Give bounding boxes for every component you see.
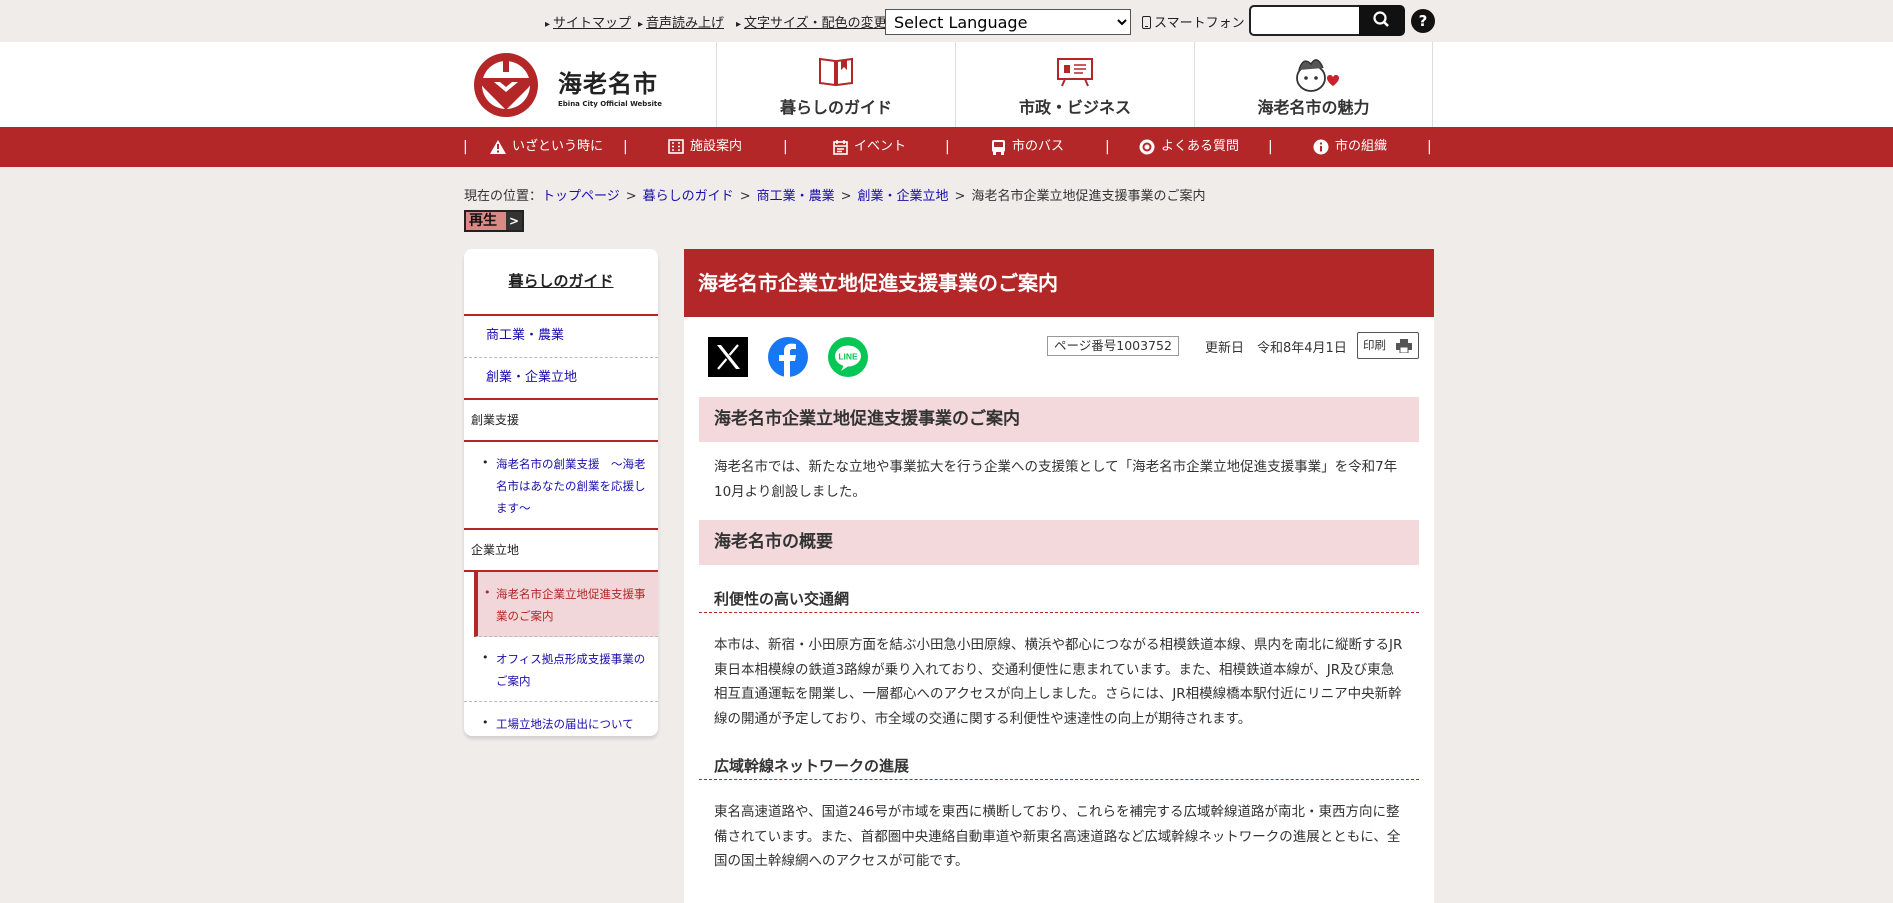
sidebar-link-current[interactable]: 海老名市企業立地促進支援事業のご案内 bbox=[474, 572, 658, 637]
section-heading: 海老名市の概要 bbox=[699, 520, 1419, 565]
search-button[interactable] bbox=[1359, 5, 1405, 36]
page-title: 海老名市企業立地促進支援事業のご案内 bbox=[684, 249, 1434, 317]
gnav-label: 海老名市の魅力 bbox=[1257, 98, 1370, 117]
updated-date: 更新日 令和8年4月1日 bbox=[1205, 341, 1347, 356]
logo-title: 海老名市 bbox=[558, 70, 658, 98]
play-button[interactable]: 再生 > bbox=[464, 210, 524, 232]
sidebar: 暮らしのガイド 商工業・農業 創業・企業立地 創業支援 海老名市の創業支援 ～海… bbox=[464, 249, 658, 736]
breadcrumb-top[interactable]: トップページ bbox=[542, 189, 620, 204]
breadcrumb-current: 海老名市企業立地促進支援事業のご案内 bbox=[971, 189, 1206, 204]
gnav-label: 暮らしのガイド bbox=[779, 98, 892, 117]
print-button[interactable]: 印刷 bbox=[1357, 332, 1419, 359]
utility-nav-bar: | いざという時に | 施設案内 | イベント | 市のバス | よくある質問 … bbox=[0, 127, 1893, 167]
separator: | bbox=[463, 139, 468, 155]
emergency-link[interactable]: いざという時に bbox=[490, 127, 603, 167]
sidebar-category-location: 企業立地 bbox=[464, 530, 658, 572]
faq-link[interactable]: よくある質問 bbox=[1139, 127, 1239, 167]
sidebar-heading[interactable]: 暮らしのガイド bbox=[464, 249, 658, 316]
printer-icon bbox=[1396, 339, 1412, 353]
info-icon bbox=[1313, 139, 1329, 154]
building-icon bbox=[668, 139, 684, 154]
separator: | bbox=[783, 139, 788, 155]
mascot-icon bbox=[1295, 59, 1339, 92]
event-link[interactable]: イベント bbox=[833, 127, 906, 167]
subsection-heading: 広域幹線ネットワークの進展 bbox=[699, 755, 1419, 780]
gnav-label: 市政・ビジネス bbox=[1018, 98, 1131, 117]
search-icon bbox=[1373, 11, 1389, 27]
chevron-right-icon: > bbox=[506, 212, 522, 230]
sidebar-link-office-support[interactable]: オフィス拠点形成支援事業のご案内 bbox=[464, 637, 658, 702]
subsection-heading: 利便性の高い交通網 bbox=[699, 588, 1419, 613]
main-content: 海老名市企業立地促進支援事業のご案内 LINE ページ番号1003752 更新日… bbox=[684, 249, 1434, 903]
intro-text: 海老名市では、新たな立地や事業拡大を行う企業への支援策として「海老名市企業立地促… bbox=[714, 459, 1398, 500]
x-share-icon[interactable] bbox=[708, 337, 748, 377]
transport-text: 本市は、新宿・小田原方面を結ぶ小田急小田原線、横浜や都心につながる相模鉄道本線、… bbox=[714, 637, 1403, 727]
search-input[interactable] bbox=[1249, 5, 1361, 36]
sitemap-link[interactable]: サイトマップ bbox=[545, 12, 631, 31]
breadcrumb-commerce[interactable]: 商工業・農業 bbox=[757, 189, 835, 204]
smartphone-icon bbox=[1142, 16, 1151, 29]
section-heading: 海老名市企業立地促進支援事業のご案内 bbox=[699, 397, 1419, 442]
line-share-icon[interactable]: LINE bbox=[828, 337, 868, 377]
svg-text:LINE: LINE bbox=[838, 352, 858, 362]
city-bus-link[interactable]: 市のバス bbox=[991, 127, 1064, 167]
sidebar-item-business-location[interactable]: 創業・企業立地 bbox=[464, 358, 658, 400]
facebook-share-icon[interactable] bbox=[768, 337, 808, 377]
utility-bar: サイトマップ 音声読み上げ 文字サイズ・配色の変更 Select Languag… bbox=[0, 0, 1893, 42]
voice-reading-link[interactable]: 音声読み上げ bbox=[638, 12, 724, 31]
breadcrumb: 現在の位置：トップページ > 暮らしのガイド > 商工業・農業 > 創業・企業立地 > 海老名市… bbox=[464, 189, 1206, 204]
smartphone-link[interactable]: スマートフォン bbox=[1142, 12, 1245, 31]
highway-text: 東名高速道路や、国道246号が市域を東西に横断しており、これらを補完する広域幹線… bbox=[714, 804, 1401, 869]
separator: | bbox=[1268, 139, 1273, 155]
site-header: 海老名市 Ebina City Official Website 暮らしのガイド… bbox=[0, 42, 1893, 127]
gnav-living-guide[interactable]: 暮らしのガイド bbox=[716, 42, 955, 127]
bus-icon bbox=[992, 139, 1005, 155]
help-button[interactable]: ? bbox=[1411, 9, 1435, 33]
gnav-city-charm[interactable]: 海老名市の魅力 bbox=[1194, 42, 1433, 127]
logo-subtitle: Ebina City Official Website bbox=[558, 100, 662, 108]
separator: | bbox=[945, 139, 950, 155]
breadcrumb-business-location[interactable]: 創業・企業立地 bbox=[858, 189, 949, 204]
faq-icon bbox=[1139, 139, 1155, 154]
breadcrumb-living-guide[interactable]: 暮らしのガイド bbox=[643, 189, 734, 204]
page-number: ページ番号1003752 bbox=[1047, 336, 1179, 356]
calendar-icon bbox=[833, 139, 848, 155]
text-size-color-link[interactable]: 文字サイズ・配色の変更 bbox=[736, 12, 887, 31]
warning-icon bbox=[490, 139, 506, 154]
separator: | bbox=[1427, 139, 1432, 155]
signboard-icon bbox=[1057, 58, 1093, 87]
language-select[interactable]: Select Language bbox=[885, 9, 1131, 35]
sidebar-item-commerce[interactable]: 商工業・農業 bbox=[464, 316, 658, 358]
gnav-city-business[interactable]: 市政・ビジネス bbox=[955, 42, 1194, 127]
site-logo[interactable]: 海老名市 Ebina City Official Website bbox=[466, 50, 666, 120]
sidebar-link-factory-law[interactable]: 工場立地法の届出について bbox=[464, 702, 658, 736]
facility-link[interactable]: 施設案内 bbox=[668, 127, 742, 167]
city-emblem-icon bbox=[474, 53, 538, 117]
organization-link[interactable]: 市の組織 bbox=[1313, 127, 1387, 167]
separator: | bbox=[1105, 139, 1110, 155]
sidebar-link-startup-support[interactable]: 海老名市の創業支援 ～海老名市はあなたの創業を応援します～ bbox=[464, 442, 658, 530]
separator: | bbox=[623, 139, 628, 155]
book-icon bbox=[819, 57, 853, 87]
sidebar-category-startup: 創業支援 bbox=[464, 400, 658, 442]
